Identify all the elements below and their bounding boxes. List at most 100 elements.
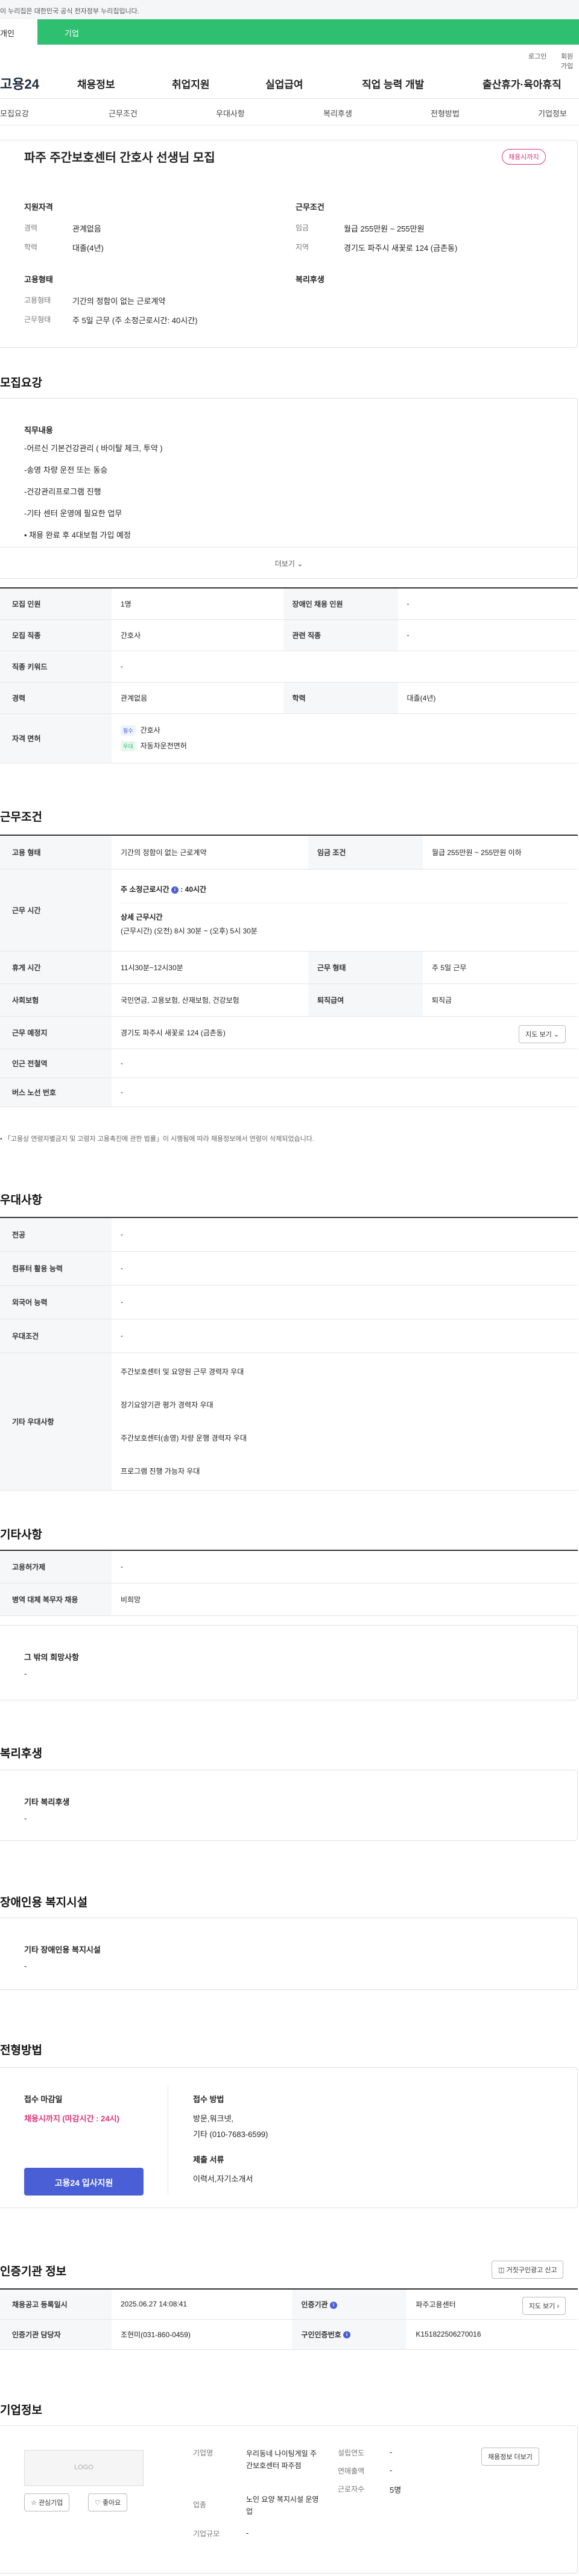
- size-label: 기업규모: [193, 2530, 220, 2538]
- cell-value: -: [112, 1550, 578, 1583]
- snb-item[interactable]: 전형방법: [431, 107, 460, 119]
- cert-table: 채용공고 등록일시 2025.06.27 14:08:41 인증기관 i 파주고용센터…: [0, 2288, 578, 2350]
- fav-label: 관심기업: [38, 2499, 63, 2507]
- cell-value: -: [112, 1049, 578, 1078]
- cell-value: 비희망: [112, 1583, 578, 1616]
- pref-item: 장기요양기관 평가 경력자 우대: [121, 1401, 214, 1409]
- cell-label: 직종 키워드: [0, 651, 112, 683]
- industry-label: 업종: [193, 2501, 207, 2509]
- login-link[interactable]: 로그인: [528, 51, 546, 61]
- site-logo[interactable]: 고용24: [0, 74, 39, 93]
- worktype-value: 주 5일 근무 (주 소정근로시간: 40시간): [72, 316, 198, 325]
- detail-value: (근무시간) (오전) 8시 30분 ~ (오후) 5시 30분: [121, 927, 258, 935]
- cell-value: 대졸(4년): [397, 682, 578, 714]
- job-title: 파주 주간보호센터 간호사 선생님 모집: [24, 151, 215, 165]
- chevron-down-icon: ⌄: [553, 1031, 559, 1038]
- cell-label: 경력: [0, 682, 112, 714]
- welfare-heading: 복리후생: [0, 1747, 42, 1760]
- num-label: 구인인증번호: [301, 2330, 341, 2339]
- emptype-label: 고용형태: [24, 296, 51, 305]
- gov-banner: 이 누리집은 대한민국 공식 전자정부 누리집입니다.: [0, 0, 579, 19]
- more-button[interactable]: 더보기 ⌄: [0, 547, 578, 579]
- fav-button[interactable]: ☆ 관심기업: [24, 2493, 70, 2511]
- wish-value: -: [24, 1669, 27, 1678]
- cell-label: 외국어 능력: [0, 1285, 112, 1319]
- edu-label: 학력: [24, 243, 38, 251]
- cell-value: -: [112, 651, 578, 683]
- apply-button[interactable]: 고용24 입사지원: [24, 2168, 144, 2196]
- facility-heading: 장애인용 복지시설: [0, 1896, 88, 1909]
- megaphone-icon: ◫: [498, 2267, 505, 2274]
- agency-value: 파주고용센터: [416, 2300, 456, 2309]
- method-value: 기타 (010-7683-6599): [193, 2130, 268, 2139]
- cell-label: 컴퓨터 활용 능력: [0, 1251, 112, 1286]
- cell-label: 장애인 채용 인원: [283, 588, 398, 620]
- tab-personal[interactable]: 개인: [0, 19, 37, 45]
- snb-item[interactable]: 우대사항: [216, 107, 245, 119]
- global-nav: 고용24 채용정보 취업지원 실업급여 직업 능력 개발 출산휴가·육아휴직: [0, 63, 579, 99]
- like-label: 좋아요: [102, 2499, 121, 2507]
- sales-value: -: [390, 2466, 393, 2475]
- cell-label: 고용허가제: [0, 1550, 112, 1583]
- gnb-item[interactable]: 출산휴가·육아휴직: [482, 76, 562, 91]
- cell-label: 인증기관 담당자: [0, 2319, 112, 2350]
- welfare-card: 기타 복리후생 -: [0, 1770, 578, 1841]
- emptype-value: 기간의 정함이 없는 근로계약: [72, 297, 166, 306]
- chevron-right-icon: ›: [557, 2303, 559, 2310]
- pref-item: 프로그램 진행 가능자 우대: [121, 1467, 200, 1476]
- qual-title: 지원자격: [24, 203, 53, 212]
- pref-heading: 우대사항: [0, 1194, 42, 1207]
- cell-label: 자격 면허: [0, 713, 112, 763]
- cell-label: 학력: [283, 682, 398, 714]
- snb-item[interactable]: 기업정보: [538, 107, 567, 119]
- gnb-item[interactable]: 직업 능력 개발: [362, 76, 424, 91]
- emp-value: 5명: [390, 2486, 402, 2495]
- gnb-item[interactable]: 실업급여: [265, 76, 303, 91]
- cell-value: 2025.06.27 14:08:41: [112, 2289, 293, 2320]
- facility-title: 기타 장애인용 복지시설: [24, 1945, 101, 1954]
- snb-item[interactable]: 근무조건: [109, 107, 138, 119]
- heart-icon: ♡: [95, 2499, 101, 2507]
- cell-value: -: [112, 1285, 578, 1319]
- company-name[interactable]: 우리동네 나이팅게일 주간보호센터 파주점: [246, 2448, 321, 2472]
- year-value: -: [390, 2448, 393, 2457]
- cell-value: 월급 255만원 ~ 255만원 이하: [422, 835, 578, 870]
- more-label: 더보기: [274, 560, 295, 568]
- map-label: 지도 보기: [525, 1031, 552, 1038]
- duty-item: -송영 차량 운전 또는 동승: [24, 466, 108, 475]
- cell-value: -: [112, 1251, 578, 1286]
- like-button[interactable]: ♡ 좋아요: [88, 2493, 128, 2511]
- cell-label: 모집 인원: [0, 588, 112, 620]
- snb-item[interactable]: 복리후생: [323, 107, 352, 119]
- gnb-item[interactable]: 취업지원: [172, 76, 210, 91]
- career-value: 관계없음: [72, 224, 101, 233]
- star-icon: ☆: [31, 2499, 37, 2507]
- company-card: LOGO ☆ 관심기업 ♡ 좋아요 기업명 우리동네 나이팅게일 주간보호센터 …: [0, 2425, 578, 2574]
- cell-label: 인근 전철역: [0, 1049, 112, 1078]
- map-button[interactable]: 지도 보기 ⌄: [519, 1024, 566, 1043]
- cell-label: 근무 형태: [308, 951, 423, 984]
- report-button[interactable]: ◫ 거짓구인광고 신고: [492, 2261, 564, 2279]
- map-button[interactable]: 지도 보기 ›: [522, 2297, 566, 2315]
- info-icon[interactable]: i: [171, 886, 179, 894]
- cell-label: 인증기관 i: [292, 2289, 407, 2320]
- duty-item: -어르신 기본건강관리 ( 바이탈 체크, 투약 ): [24, 444, 163, 453]
- required-badge: 필수: [121, 725, 136, 736]
- cell-value: 간호사: [112, 619, 283, 651]
- cell-value: 퇴직금: [422, 983, 578, 1017]
- chevron-down-icon: ⌄: [297, 560, 303, 568]
- year-label: 설립연도: [338, 2449, 365, 2457]
- cell-value: -: [112, 1217, 578, 1252]
- license-value: 간호사: [140, 726, 160, 734]
- info-icon[interactable]: i: [329, 2301, 337, 2309]
- gnb-item[interactable]: 채용정보: [77, 76, 115, 91]
- worktype-label: 근무형태: [24, 315, 51, 324]
- more-jobs-button[interactable]: 채용정보 더보기: [481, 2448, 539, 2466]
- wish-card: 그 밖의 희망사항 -: [0, 1625, 578, 1700]
- recruit-heading: 모집요강: [0, 377, 42, 390]
- tab-enterprise[interactable]: 기업: [37, 19, 579, 45]
- snb-item[interactable]: 모집요강: [0, 107, 29, 119]
- info-icon[interactable]: i: [343, 2331, 351, 2339]
- process-heading: 전형방법: [0, 2044, 42, 2057]
- cell-value: K151822506270016: [407, 2319, 578, 2350]
